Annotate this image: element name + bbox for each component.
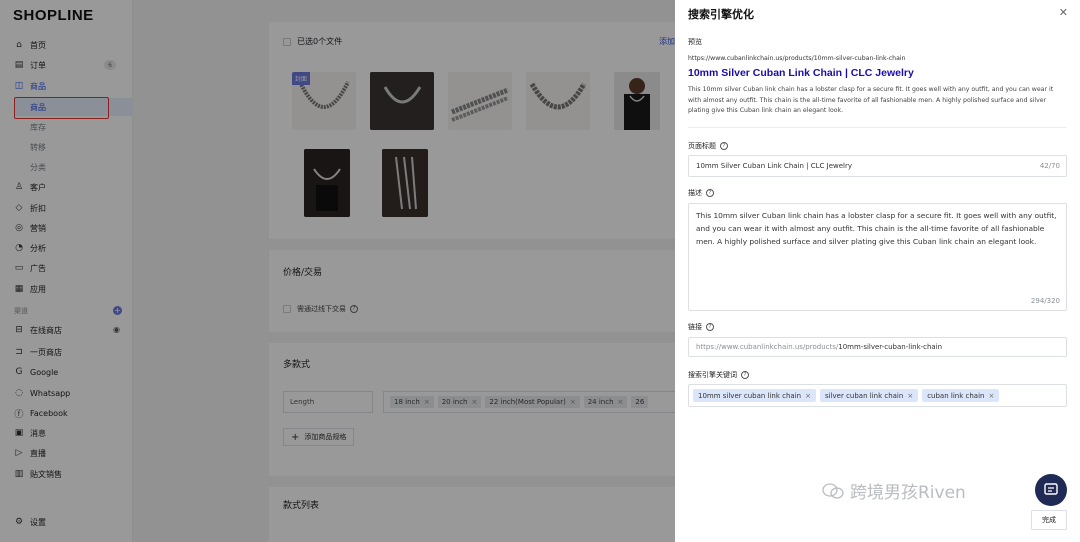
tag-label: silver cuban link chain: [824, 391, 904, 400]
help-icon[interactable]: ?: [720, 142, 728, 150]
remove-tag-icon[interactable]: ×: [988, 392, 994, 400]
modal-overlay[interactable]: [0, 0, 675, 542]
description-label-row: 描述 ?: [688, 188, 714, 198]
tag-label: 10mm silver cuban link chain: [698, 391, 802, 400]
preview-label: 预览: [688, 38, 702, 46]
keyword-tag: 10mm silver cuban link chain ×: [693, 389, 816, 402]
description-label: 描述: [688, 189, 702, 197]
page-title-label-row: 页面标题 ?: [688, 141, 728, 151]
description-value: This 10mm silver Cuban link chain has a …: [696, 211, 1057, 246]
link-value: 10mm-silver-cuban-link-chain: [838, 343, 943, 351]
link-prefix: https://www.cubanlinkchain.us/products/: [696, 343, 839, 351]
description-textarea[interactable]: This 10mm silver Cuban link chain has a …: [688, 203, 1067, 311]
page-title-label: 页面标题: [688, 142, 716, 150]
keywords-label-row: 搜索引擎关键词 ?: [688, 370, 749, 380]
keyword-tag: silver cuban link chain ×: [819, 389, 919, 402]
chat-button[interactable]: [1035, 474, 1067, 506]
help-icon[interactable]: ?: [706, 323, 714, 331]
keywords-label: 搜索引擎关键词: [688, 371, 737, 379]
page-title-value: 10mm Silver Cuban Link Chain | CLC Jewel…: [696, 162, 853, 170]
page-title-input[interactable]: 10mm Silver Cuban Link Chain | CLC Jewel…: [688, 155, 1067, 177]
watermark-text: 跨境男孩Riven: [850, 483, 966, 503]
remove-tag-icon[interactable]: ×: [907, 392, 913, 400]
keywords-input[interactable]: 10mm silver cuban link chain × silver cub…: [688, 384, 1067, 407]
keyword-tag: cuban link chain ×: [922, 389, 1000, 402]
watermark: 跨境男孩Riven: [822, 478, 966, 503]
link-input[interactable]: https://www.cubanlinkchain.us/products/1…: [688, 337, 1067, 357]
help-icon[interactable]: ?: [706, 189, 714, 197]
chat-icon: [1044, 483, 1058, 495]
divider: [688, 127, 1067, 128]
description-counter: 294/320: [1030, 297, 1060, 305]
link-label-row: 链接 ?: [688, 322, 714, 332]
close-icon[interactable]: ✕: [1059, 6, 1068, 19]
done-button[interactable]: 完成: [1031, 510, 1067, 530]
seo-drawer: 搜索引擎优化 ✕ 预览 https://www.cubanlinkchain.u…: [675, 0, 1080, 542]
tag-label: cuban link chain: [927, 391, 985, 400]
page-title-counter: 42/70: [1039, 162, 1060, 170]
help-icon[interactable]: ?: [741, 371, 749, 379]
preview-url: https://www.cubanlinkchain.us/products/1…: [688, 55, 906, 62]
link-label: 链接: [688, 323, 702, 331]
preview-description: This 10mm silver Cuban link chain has a …: [688, 86, 1054, 114]
preview-title: 10mm Silver Cuban Link Chain | CLC Jewel…: [688, 67, 914, 79]
wechat-icon: [822, 482, 844, 499]
remove-tag-icon[interactable]: ×: [805, 392, 811, 400]
drawer-title: 搜索引擎优化: [688, 8, 754, 21]
